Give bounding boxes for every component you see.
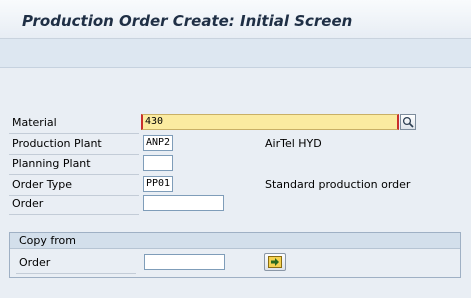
planning-plant-underline (9, 174, 139, 175)
page-title: Production Order Create: Initial Screen (22, 12, 353, 30)
production-plant-label: Production Plant (12, 137, 102, 150)
order-label: Order (12, 197, 44, 210)
production-plant-row: Production Plant ANP2 AirTel HYD (9, 135, 459, 155)
order-input[interactable] (143, 195, 224, 211)
material-input[interactable]: 430 (141, 114, 399, 130)
arrow-right-icon (268, 256, 282, 268)
production-plant-input[interactable]: ANP2 (143, 135, 173, 151)
material-row: Material 430 (9, 114, 459, 134)
order-type-row: Order Type PP01 Standard production orde… (9, 176, 459, 196)
planning-plant-row: Planning Plant (9, 155, 459, 175)
title-bar: Production Order Create: Initial Screen (0, 0, 471, 39)
magnifier-icon (402, 116, 414, 128)
copy-order-input[interactable] (144, 254, 225, 270)
copy-from-header: Copy from (10, 233, 460, 249)
order-type-input[interactable]: PP01 (143, 176, 173, 192)
planning-plant-input[interactable] (143, 155, 173, 171)
material-label: Material (12, 116, 57, 129)
order-type-description: Standard production order (265, 178, 411, 191)
copy-order-label: Order (19, 256, 51, 269)
order-underline (9, 214, 139, 215)
order-row: Order (9, 195, 459, 215)
material-underline (9, 133, 139, 134)
material-search-help-button[interactable] (400, 114, 416, 130)
copy-from-title: Copy from (19, 234, 76, 247)
copy-execute-button[interactable] (264, 253, 286, 271)
planning-plant-label: Planning Plant (12, 157, 91, 170)
order-type-label: Order Type (12, 178, 73, 191)
copy-from-group: Copy from Order (9, 232, 461, 278)
production-plant-description: AirTel HYD (265, 137, 322, 150)
copy-order-underline (16, 273, 136, 274)
application-toolbar (0, 39, 471, 68)
